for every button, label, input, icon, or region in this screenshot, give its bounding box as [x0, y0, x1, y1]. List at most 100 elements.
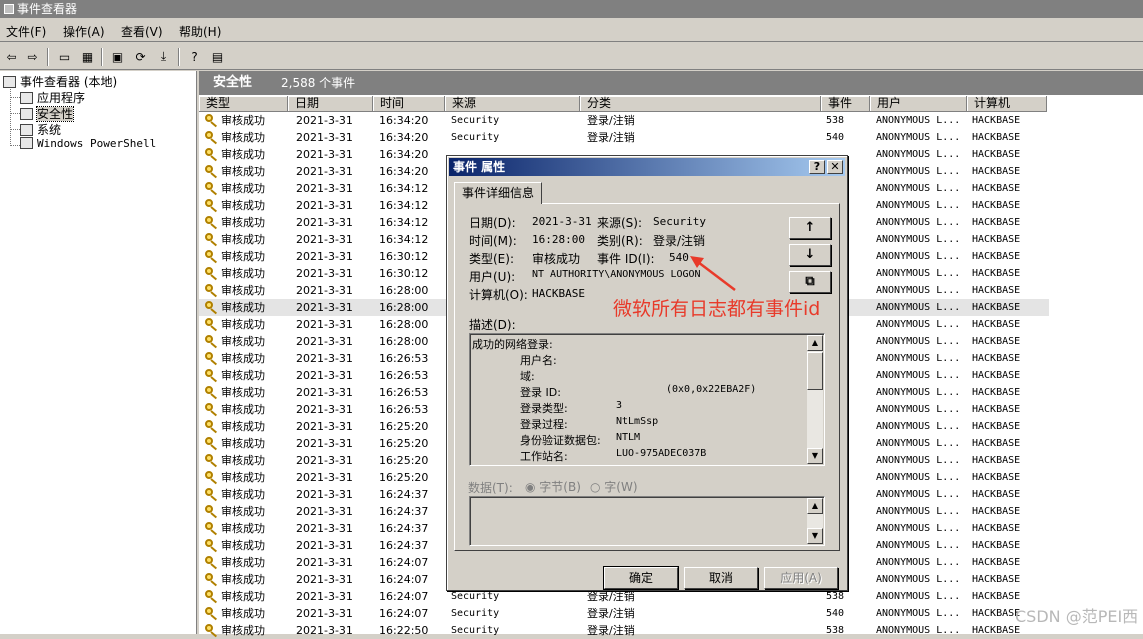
ok-button[interactable]: 确定 — [603, 566, 679, 590]
cell-user: ANONYMOUS L... — [876, 319, 961, 330]
cell-user: ANONYMOUS L... — [876, 183, 961, 194]
table-row[interactable]: 审核成功 2021-3-31 16:34:20 Security 登录/注销 538 ANO… — [199, 112, 1049, 129]
cell-type: 审核成功 — [221, 556, 265, 569]
column-header-user[interactable]: 用户 — [870, 96, 967, 112]
cell-date: 2021-3-31 — [296, 386, 353, 399]
column-header-source[interactable]: 来源 — [445, 96, 580, 112]
refresh-icon[interactable]: ⟳ — [131, 47, 150, 66]
cell-date: 2021-3-31 — [296, 182, 353, 195]
cell-user: ANONYMOUS L... — [876, 115, 961, 126]
scroll-thumb[interactable] — [807, 352, 823, 390]
data-textbox[interactable]: ▲ ▼ — [469, 496, 825, 546]
cell-time: 16:34:12 — [379, 216, 429, 229]
cell-date: 2021-3-31 — [296, 216, 353, 229]
source-value: Security — [653, 215, 706, 228]
toolbar: ⇦ ⇨ ▭ ▦ ▣ ⟳ ⤓ ? ▤ — [0, 44, 1143, 70]
table-row[interactable]: 审核成功 2021-3-31 16:24:07 Security 登录/注销 540 ANO… — [199, 605, 1049, 622]
help-icon[interactable]: ? — [185, 47, 204, 66]
audit-key-icon — [205, 454, 219, 468]
cell-date: 2021-3-31 — [296, 437, 353, 450]
radio-words[interactable]: ○ 字(W) — [590, 478, 638, 495]
cell-type: 审核成功 — [221, 216, 265, 229]
apply-button[interactable]: 应用(A) — [764, 567, 838, 589]
cell-time: 16:26:53 — [379, 369, 429, 382]
menu-view[interactable]: 查看(V) — [121, 23, 163, 40]
previous-event-button[interactable]: ↑ — [789, 217, 831, 239]
table-row[interactable]: 审核成功 2021-3-31 16:22:50 Security 登录/注销 538 ANO… — [199, 622, 1049, 639]
cell-computer: HACKBASE — [972, 625, 1021, 636]
cell-user: ANONYMOUS L... — [876, 251, 961, 262]
cell-date: 2021-3-31 — [296, 454, 353, 467]
cell-user: ANONYMOUS L... — [876, 421, 961, 432]
tab-event-details[interactable]: 事件详细信息 — [454, 182, 542, 204]
cell-user: ANONYMOUS L... — [876, 523, 961, 534]
cell-user: ANONYMOUS L... — [876, 217, 961, 228]
table-row[interactable]: 审核成功 2021-3-31 16:34:20 Security 登录/注销 540 ANO… — [199, 129, 1049, 146]
cell-type: 审核成功 — [221, 420, 265, 433]
column-header-time[interactable]: 时间 — [373, 96, 445, 112]
tree-item-security[interactable]: 安全性 — [20, 105, 75, 122]
dialog-close-button[interactable]: ✕ — [827, 160, 843, 174]
cell-event: 538 — [826, 625, 845, 636]
description-line-value: NtLmSsp — [616, 416, 659, 427]
cell-computer: HACKBASE — [972, 608, 1021, 619]
show-tree-icon[interactable]: ▦ — [78, 47, 97, 66]
cell-computer: HACKBASE — [972, 183, 1021, 194]
scroll-down-arrow-icon[interactable]: ▼ — [807, 448, 823, 464]
tree-item-system[interactable]: 系统 — [20, 121, 61, 138]
cell-user: ANONYMOUS L... — [876, 472, 961, 483]
tree-item-powershell[interactable]: Windows PowerShell — [20, 137, 156, 150]
cell-user: ANONYMOUS L... — [876, 234, 961, 245]
up-folder-icon[interactable]: ▭ — [55, 47, 74, 66]
column-header-event[interactable]: 事件 — [821, 96, 870, 112]
menu-help[interactable]: 帮助(H) — [179, 23, 221, 40]
cell-time: 16:24:07 — [379, 607, 429, 620]
cell-user: ANONYMOUS L... — [876, 166, 961, 177]
cell-event: 538 — [826, 115, 845, 126]
tree-root[interactable]: 事件查看器 (本地) — [3, 73, 117, 90]
column-header-computer[interactable]: 计算机 — [967, 96, 1047, 112]
cell-user: ANONYMOUS L... — [876, 540, 961, 551]
menu-file[interactable]: 文件(F) — [6, 23, 46, 40]
log-icon — [20, 124, 33, 136]
scroll-up-arrow-icon[interactable]: ▲ — [807, 335, 823, 351]
back-arrow-icon[interactable]: ⇦ — [2, 47, 21, 66]
cell-type: 审核成功 — [221, 284, 265, 297]
copy-event-button[interactable]: ⧉ — [789, 271, 831, 293]
data-scrollbar[interactable]: ▲ ▼ — [807, 498, 823, 544]
description-line-value: LUO-975ADEC037B — [616, 448, 707, 459]
scroll-up-arrow-icon[interactable]: ▲ — [807, 498, 823, 514]
column-header-type[interactable]: 类型 — [199, 96, 288, 112]
cancel-button[interactable]: 取消 — [684, 567, 758, 589]
cell-computer: HACKBASE — [972, 557, 1021, 568]
audit-key-icon — [205, 471, 219, 485]
cell-type: 审核成功 — [221, 131, 265, 144]
description-textbox[interactable]: 成功的网络登录: 用户名: 域: 登录 ID: (0x0,0x22EBA2F) 登录类型:… — [469, 333, 825, 466]
next-event-button[interactable]: ↓ — [789, 244, 831, 266]
radio-bytes[interactable]: ◉ 字节(B) — [525, 478, 581, 495]
dialog-help-button[interactable]: ? — [809, 160, 825, 174]
column-header-category[interactable]: 分类 — [580, 96, 821, 112]
column-header-date[interactable]: 日期 — [288, 96, 373, 112]
scroll-down-arrow-icon[interactable]: ▼ — [807, 528, 823, 544]
cell-type: 审核成功 — [221, 573, 265, 586]
forward-arrow-icon[interactable]: ⇨ — [23, 47, 42, 66]
cell-computer: HACKBASE — [972, 404, 1021, 415]
properties-icon[interactable]: ▣ — [108, 47, 127, 66]
cell-time: 16:34:20 — [379, 114, 429, 127]
audit-key-icon — [205, 369, 219, 383]
cell-date: 2021-3-31 — [296, 233, 353, 246]
window-title: 事件查看器 — [17, 2, 78, 16]
audit-key-icon — [205, 216, 219, 230]
cell-source: Security — [451, 132, 500, 143]
tree-item-application[interactable]: 应用程序 — [20, 89, 85, 106]
description-scrollbar[interactable]: ▲ ▼ — [807, 335, 823, 464]
console-icon[interactable]: ▤ — [208, 47, 227, 66]
cell-computer: HACKBASE — [972, 200, 1021, 211]
cell-user: ANONYMOUS L... — [876, 302, 961, 313]
cell-type: 审核成功 — [221, 233, 265, 246]
menu-action[interactable]: 操作(A) — [63, 23, 105, 40]
export-icon[interactable]: ⤓ — [154, 47, 173, 66]
cell-type: 审核成功 — [221, 471, 265, 484]
audit-key-icon — [205, 233, 219, 247]
